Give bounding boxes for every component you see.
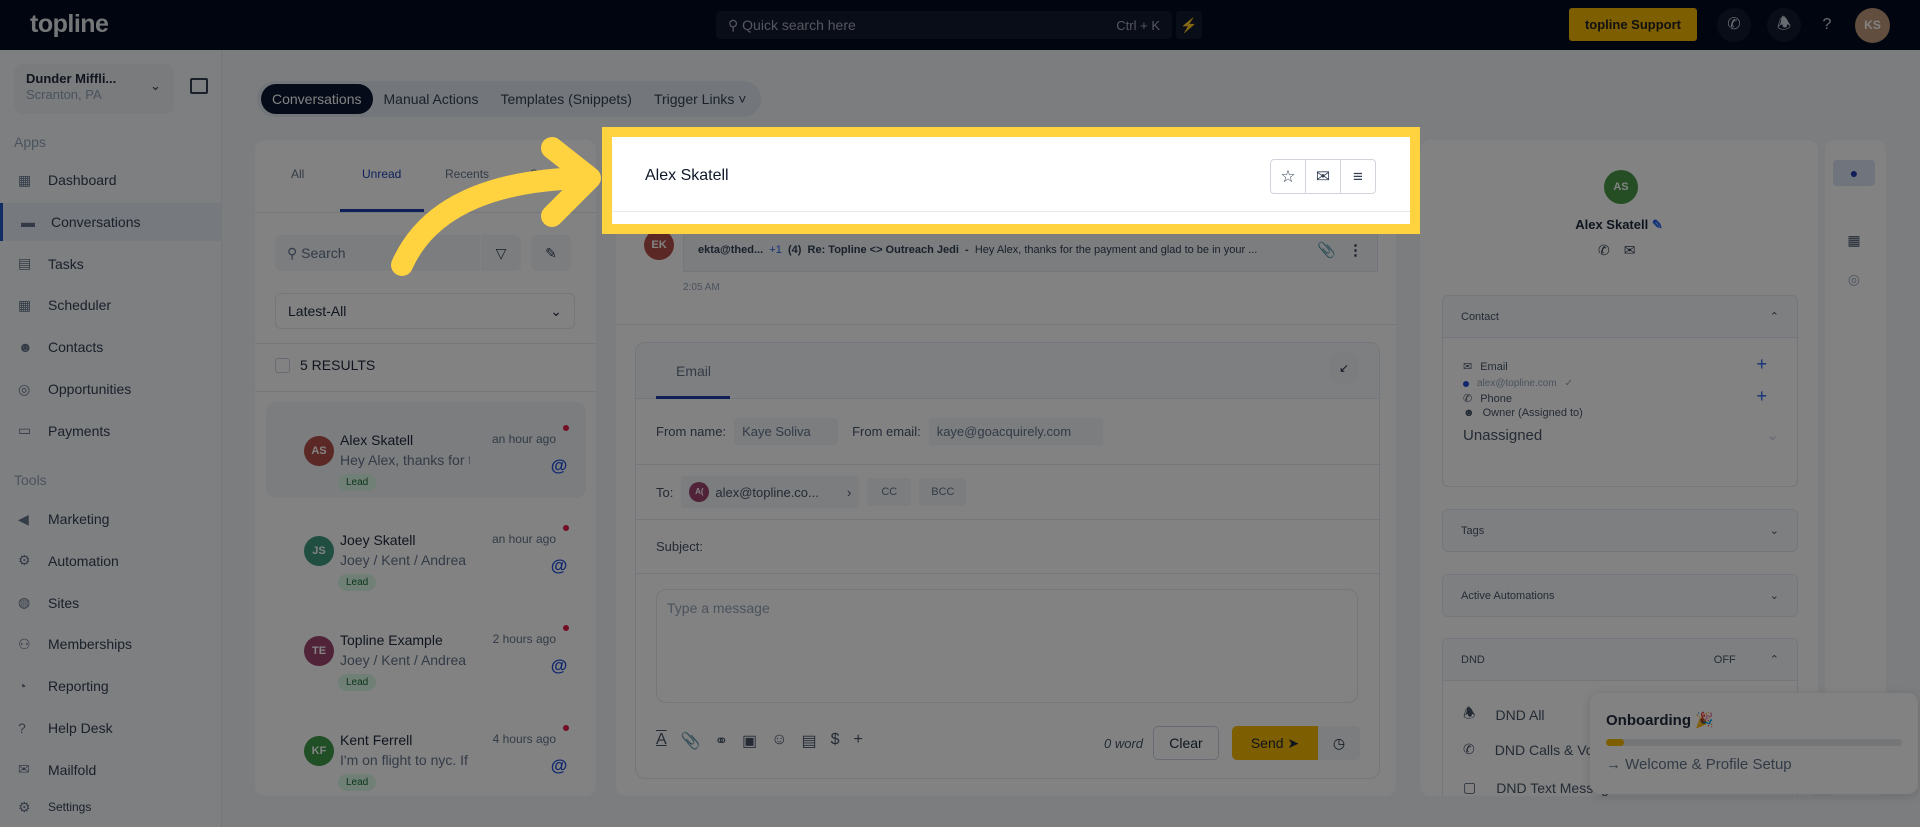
annotation-arrow xyxy=(391,137,601,276)
